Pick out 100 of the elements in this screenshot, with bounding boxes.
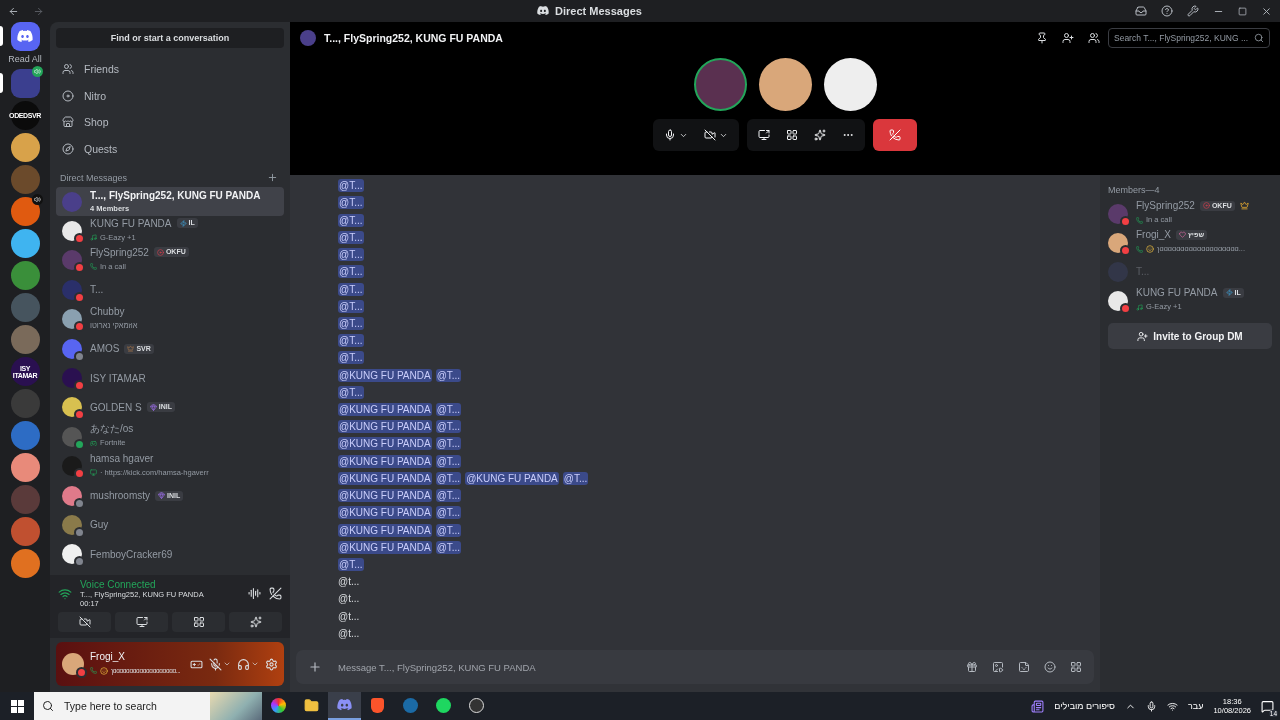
nav-item[interactable]: Quests bbox=[50, 135, 290, 162]
window-title: Direct Messages bbox=[555, 5, 642, 17]
inbox-icon[interactable] bbox=[1135, 5, 1147, 17]
mention[interactable]: @T... bbox=[435, 368, 462, 382]
dm-item[interactable]: Guy bbox=[56, 510, 284, 540]
taskbar-search-field[interactable]: Type here to search bbox=[34, 692, 262, 720]
mention[interactable]: @KUNG FU PANDA bbox=[338, 437, 432, 451]
apps-icon[interactable] bbox=[1070, 661, 1082, 673]
mention[interactable]: @KUNG FU PANDA bbox=[338, 403, 432, 417]
microphone-icon[interactable] bbox=[1146, 700, 1157, 712]
wrench-icon[interactable] bbox=[1187, 5, 1199, 17]
mention[interactable]: @T... bbox=[435, 489, 462, 503]
help-icon[interactable] bbox=[1161, 5, 1173, 17]
pin-icon[interactable] bbox=[1036, 32, 1048, 44]
server-icon[interactable] bbox=[10, 197, 40, 226]
server-icon[interactable] bbox=[10, 229, 40, 258]
gift-icon[interactable] bbox=[966, 661, 978, 673]
mention[interactable]: @KUNG FU PANDA bbox=[338, 471, 432, 485]
sound-wave-icon[interactable] bbox=[248, 587, 261, 600]
server-icon[interactable] bbox=[10, 421, 40, 450]
server-icon[interactable] bbox=[10, 69, 40, 98]
news-icon[interactable] bbox=[1031, 699, 1045, 713]
mention[interactable]: @KUNG FU PANDA bbox=[338, 506, 432, 520]
mention[interactable]: @T... bbox=[435, 506, 462, 520]
emoji-icon[interactable] bbox=[1044, 661, 1056, 673]
server-icon[interactable] bbox=[10, 325, 40, 354]
screen-share-button[interactable] bbox=[115, 612, 168, 632]
mention[interactable]: @T... bbox=[338, 230, 364, 244]
mention[interactable]: @T... bbox=[435, 471, 462, 485]
mention[interactable]: @T... bbox=[338, 558, 364, 571]
mention[interactable]: @T... bbox=[338, 299, 364, 313]
mention[interactable]: @T... bbox=[338, 179, 364, 193]
mention[interactable]: @T... bbox=[338, 213, 364, 227]
dm-name: FemboyCracker69 bbox=[90, 547, 173, 561]
mention[interactable]: @T... bbox=[562, 471, 589, 485]
taskbar-app[interactable] bbox=[328, 692, 361, 720]
mention[interactable]: @T... bbox=[435, 523, 462, 537]
close-icon[interactable] bbox=[1261, 5, 1272, 17]
mention[interactable]: @T... bbox=[338, 265, 364, 279]
server-icon[interactable] bbox=[10, 133, 40, 162]
message-composer[interactable]: Message T..., FlySpring252, KUNG FU PANDA bbox=[296, 650, 1094, 684]
server-icon[interactable] bbox=[10, 517, 40, 546]
mention[interactable]: @KUNG FU PANDA bbox=[338, 489, 432, 503]
settings-button[interactable] bbox=[265, 657, 278, 671]
soundboard-button[interactable] bbox=[229, 612, 282, 632]
back-arrow-icon[interactable] bbox=[8, 5, 19, 17]
nav-item[interactable]: Friends bbox=[50, 56, 290, 83]
mention[interactable]: @KUNG FU PANDA bbox=[338, 523, 432, 537]
mention[interactable]: @T... bbox=[338, 248, 364, 262]
wifi-icon[interactable] bbox=[1167, 700, 1178, 712]
server-icon[interactable] bbox=[10, 549, 40, 578]
phone-icon bbox=[1136, 216, 1143, 224]
mention[interactable]: @KUNG FU PANDA bbox=[338, 420, 432, 434]
mention[interactable]: @T... bbox=[338, 282, 364, 296]
nav-item[interactable]: Nitro bbox=[50, 82, 290, 109]
gem-icon bbox=[149, 403, 157, 411]
mention[interactable]: @KUNG FU PANDA bbox=[338, 368, 432, 382]
mention[interactable]: @T... bbox=[338, 316, 364, 330]
mention[interactable]: @T... bbox=[435, 437, 462, 451]
server-icon[interactable] bbox=[10, 453, 40, 482]
mention[interactable]: @T... bbox=[338, 351, 364, 365]
find-conversation-button[interactable]: Find or start a conversation bbox=[56, 28, 284, 48]
sticker-icon[interactable] bbox=[1018, 661, 1030, 673]
disconnect-icon[interactable] bbox=[269, 587, 282, 600]
add-user-icon[interactable] bbox=[1062, 32, 1074, 44]
gif-icon[interactable] bbox=[992, 661, 1004, 673]
nav-item[interactable]: Shop bbox=[50, 109, 290, 136]
search-input[interactable]: Type here to search bbox=[62, 699, 202, 713]
mention[interactable]: @T... bbox=[338, 334, 364, 348]
hang-up-button[interactable] bbox=[873, 119, 917, 151]
message-field[interactable]: Message T..., FlySpring252, KUNG FU PANDA bbox=[336, 660, 952, 674]
dm-item[interactable]: ISY ITAMAR bbox=[56, 363, 284, 393]
mention[interactable]: @T... bbox=[435, 403, 462, 417]
phone-off-icon bbox=[889, 129, 901, 141]
news-text[interactable]: סיפורים מובילים bbox=[1054, 701, 1115, 711]
maximize-icon[interactable] bbox=[1238, 6, 1247, 16]
headphones-button[interactable] bbox=[237, 657, 259, 671]
search-field[interactable]: Search T..., FlySpring252, KUNG ... bbox=[1108, 28, 1270, 48]
mention[interactable]: @T... bbox=[435, 420, 462, 434]
members-icon[interactable] bbox=[1088, 32, 1100, 44]
invite-button[interactable]: Invite to Group DM bbox=[1108, 323, 1272, 349]
server-icon[interactable] bbox=[10, 261, 40, 290]
language-indicator[interactable]: עבר bbox=[1188, 701, 1204, 711]
plus-icon[interactable] bbox=[267, 172, 278, 183]
search-icon bbox=[42, 700, 54, 712]
mention[interactable]: @KUNG FU PANDA bbox=[465, 471, 559, 485]
mention[interactable]: @T... bbox=[338, 385, 364, 399]
search-placeholder: Search T..., FlySpring252, KUNG ... bbox=[1114, 33, 1248, 43]
dm-item[interactable]: T... bbox=[56, 275, 284, 305]
read-all-link[interactable]: Read All bbox=[8, 54, 42, 64]
mention[interactable]: @T... bbox=[435, 540, 462, 554]
mention[interactable]: @T... bbox=[338, 196, 364, 210]
mention[interactable]: @T... bbox=[435, 454, 462, 468]
home-button[interactable] bbox=[10, 22, 40, 51]
mention[interactable]: @KUNG FU PANDA bbox=[338, 540, 432, 554]
mention[interactable]: @KUNG FU PANDA bbox=[338, 454, 432, 468]
plus-icon[interactable] bbox=[308, 660, 322, 674]
mute-button[interactable] bbox=[209, 657, 231, 671]
dm-item[interactable]: FemboyCracker69 bbox=[56, 539, 284, 570]
activities-button[interactable] bbox=[172, 612, 225, 632]
